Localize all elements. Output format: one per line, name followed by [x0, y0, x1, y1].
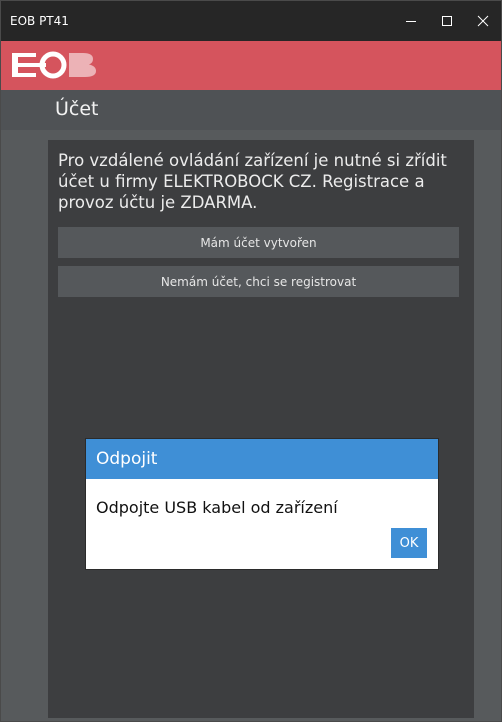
minimize-icon[interactable]: [393, 1, 429, 41]
window-title: EOB PT41: [10, 14, 69, 28]
disconnect-dialog: Odpojit Odpojte USB kabel od zařízení OK: [86, 439, 438, 569]
brand-bar: [1, 41, 501, 90]
title-bar[interactable]: EOB PT41: [1, 1, 501, 41]
content-panel: Pro vzdálené ovládání zařízení je nutné …: [48, 140, 474, 718]
close-icon[interactable]: [465, 1, 501, 41]
intro-text: Pro vzdálené ovládání zařízení je nutné …: [58, 151, 447, 212]
ok-button[interactable]: OK: [391, 528, 427, 558]
dialog-message: Odpojte USB kabel od zařízení: [96, 498, 338, 517]
page-header: Účet: [1, 90, 501, 130]
app-window: EOB PT41 Účet Pro vzdálené ovládání zaří…: [0, 0, 502, 722]
eob-logo: [12, 51, 96, 79]
maximize-icon[interactable]: [429, 1, 465, 41]
have-account-button[interactable]: Mám účet vytvořen: [58, 227, 459, 258]
register-button[interactable]: Nemám účet, chci se registrovat: [58, 266, 459, 297]
dialog-title: Odpojit: [86, 439, 438, 479]
page-title: Účet: [55, 98, 99, 120]
